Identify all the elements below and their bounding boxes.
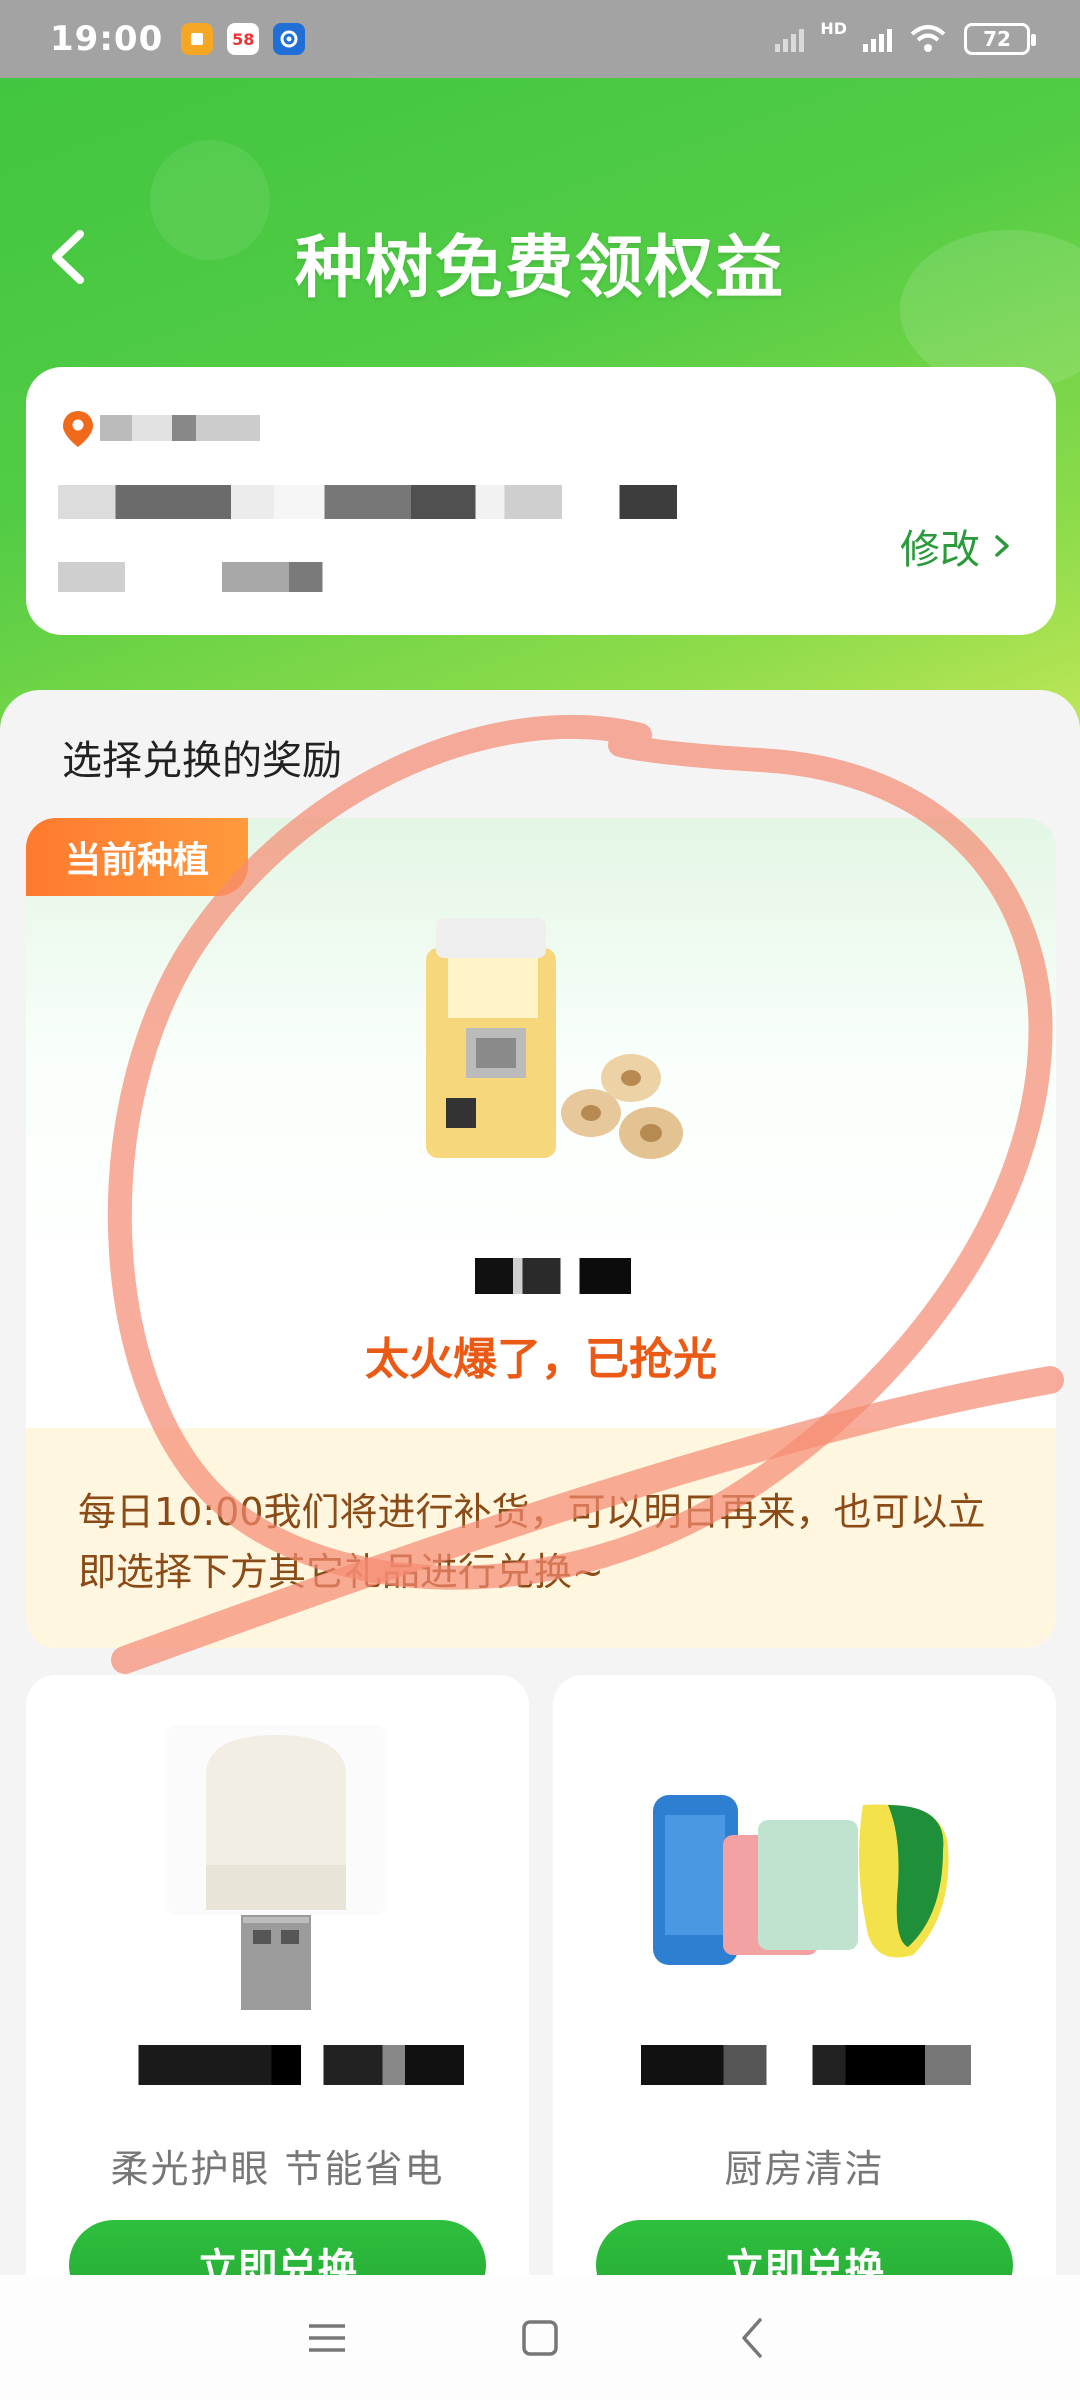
back-chevron-icon bbox=[742, 2317, 763, 2358]
section-title: 选择兑换的奖励 bbox=[62, 738, 342, 784]
status-indicators: HD 72 bbox=[775, 19, 1036, 55]
battery-icon: 72 bbox=[964, 23, 1036, 55]
home-square-icon bbox=[522, 2319, 558, 2356]
status-bar: 19:00 58 HD 72 bbox=[0, 0, 1080, 78]
kitchen-cleaning-product-image bbox=[653, 1795, 949, 1965]
chevron-right-icon bbox=[995, 535, 1009, 557]
page-title: 种树免费领权益 bbox=[294, 229, 785, 308]
home-nav-button[interactable] bbox=[510, 2308, 570, 2368]
58-app-icon: 58 bbox=[227, 23, 260, 55]
notes-app-icon bbox=[181, 23, 214, 55]
status-app-icons: 58 bbox=[181, 23, 306, 55]
usb-light-product-image bbox=[166, 1725, 386, 2010]
redacted-gift-name bbox=[641, 2045, 971, 2085]
wifi-icon bbox=[910, 25, 946, 52]
current-planting-tag: 当前种植 bbox=[26, 818, 248, 896]
featured-reward-card[interactable]: 当前种植 太火爆了，已抢光 每日10:00我们将进行补货，可以明日再来，也可以立… bbox=[26, 818, 1056, 1648]
signal-strong-icon bbox=[863, 26, 892, 52]
hd-label: HD bbox=[820, 19, 847, 38]
redacted-gift-name bbox=[94, 2045, 464, 2085]
menu-icon bbox=[308, 2323, 345, 2352]
system-nav-bar bbox=[0, 2275, 1080, 2400]
gift-description: 厨房清洁 bbox=[724, 2147, 885, 2191]
signal-weak-icon bbox=[775, 26, 805, 52]
gift-description: 柔光护眼 节能省电 bbox=[110, 2147, 445, 2191]
modify-label: 修改 bbox=[900, 527, 980, 573]
redacted-product-name bbox=[456, 1258, 646, 1294]
location-pin-icon bbox=[63, 411, 93, 447]
redacted-address-line2 bbox=[58, 562, 478, 592]
browser-app-icon bbox=[273, 23, 306, 55]
tissue-roll-product-image bbox=[426, 918, 683, 1159]
restock-notice: 每日10:00我们将进行补货，可以明日再来，也可以立即选择下方其它礼品进行兑换~ bbox=[26, 1428, 1056, 1648]
redacted-recipient bbox=[100, 415, 260, 441]
status-time: 19:00 bbox=[50, 19, 164, 59]
redacted-address-line1 bbox=[58, 485, 778, 519]
back-nav-button[interactable] bbox=[723, 2308, 783, 2368]
sold-out-status: 太火爆了，已抢光 bbox=[365, 1334, 717, 1385]
address-card[interactable]: 修改 bbox=[26, 367, 1056, 635]
modify-address-link[interactable]: 修改 bbox=[900, 517, 1012, 575]
menu-nav-button[interactable] bbox=[297, 2308, 357, 2368]
